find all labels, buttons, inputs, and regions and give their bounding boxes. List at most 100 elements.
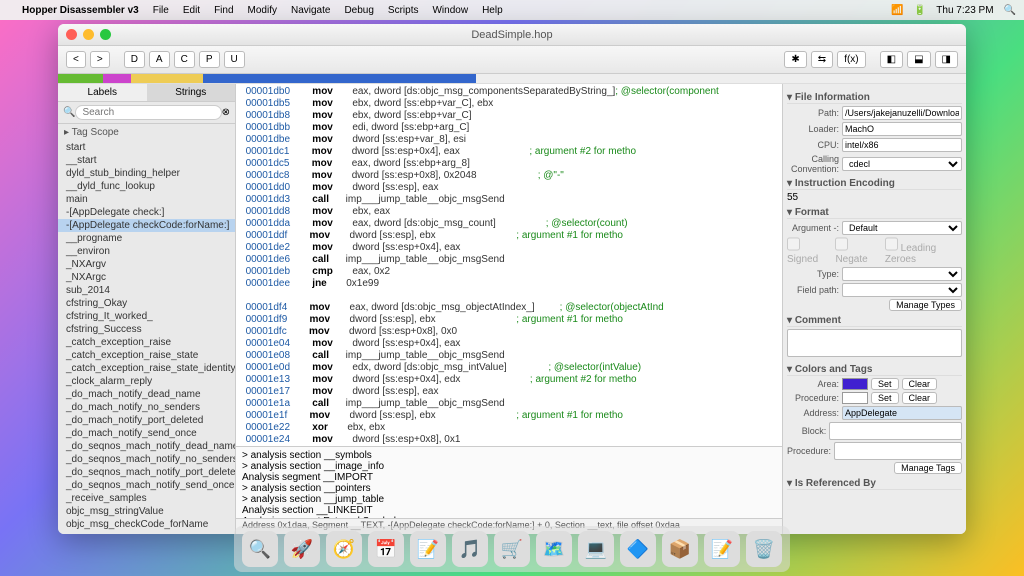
clock[interactable]: Thu 7:23 PM xyxy=(936,5,993,16)
proc-clear-button[interactable]: Clear xyxy=(902,392,938,404)
asm-line[interactable]: 00001dc5 mov eax, dword [ss:ebp+arg_8] xyxy=(236,158,782,170)
symbol-item[interactable]: _do_seqnos_mach_notify_send_once xyxy=(58,479,235,492)
asm-line[interactable]: 00001dd0 mov dword [ss:esp], eax xyxy=(236,182,782,194)
symbol-item[interactable]: main xyxy=(58,193,235,206)
proc-set-button[interactable]: Set xyxy=(871,392,899,404)
menu-edit[interactable]: Edit xyxy=(183,5,200,16)
asm-line[interactable]: 00001e22 xor ebx, ebx xyxy=(236,422,782,434)
asm-line[interactable]: 00001db8 mov ebx, dword [ss:ebp+var_C] xyxy=(236,110,782,122)
asm-line[interactable]: 00001de2 mov dword [ss:esp+0x4], eax xyxy=(236,242,782,254)
asm-line[interactable]: 00001dd8 mov ebx, eax xyxy=(236,206,782,218)
asm-line[interactable]: 00001dfc mov dword [ss:esp+0x8], 0x0 xyxy=(236,326,782,338)
symbol-item[interactable]: start xyxy=(58,141,235,154)
symbol-item[interactable]: _do_seqnos_mach_notify_dead_name xyxy=(58,440,235,453)
path-field[interactable] xyxy=(842,106,962,120)
type-select[interactable] xyxy=(842,267,962,281)
symbol-item[interactable]: -[AppDelegate check:] xyxy=(58,206,235,219)
menu-scripts[interactable]: Scripts xyxy=(388,5,419,16)
dock-icon[interactable]: 📦 xyxy=(662,531,698,567)
clear-icon[interactable]: ⊗ xyxy=(222,107,230,118)
asm-line[interactable]: 00001e24 mov dword [ss:esp+0x8], 0x1 xyxy=(236,434,782,446)
dock-icon[interactable]: 🔷 xyxy=(620,531,656,567)
asm-line[interactable]: 00001df4 mov eax, dword [ds:objc_msg_obj… xyxy=(236,302,782,314)
asm-line[interactable]: 00001e17 mov dword [ss:esp], eax xyxy=(236,386,782,398)
proc-tag-field[interactable] xyxy=(834,442,962,460)
area-color[interactable] xyxy=(842,378,868,390)
dock-icon[interactable]: 🗑️ xyxy=(746,531,782,567)
nav-fwd-button[interactable]: > xyxy=(90,51,110,68)
symbol-item[interactable]: _do_mach_notify_send_once xyxy=(58,427,235,440)
symbol-item[interactable]: _catch_exception_raise xyxy=(58,336,235,349)
asm-line[interactable]: 00001e04 mov dword [ss:esp+0x4], eax xyxy=(236,338,782,350)
mode-u-button[interactable]: U xyxy=(224,51,245,68)
menu-file[interactable]: File xyxy=(153,5,169,16)
dock-icon[interactable]: 🧭 xyxy=(326,531,362,567)
panel-right-button[interactable]: ◨ xyxy=(935,51,958,68)
cpu-field[interactable] xyxy=(842,138,962,152)
symbol-item[interactable]: cfstring_Okay xyxy=(58,297,235,310)
mode-c-button[interactable]: C xyxy=(174,51,195,68)
asm-line[interactable]: 00001dc8 mov dword [ss:esp+0x8], 0x2048 … xyxy=(236,170,782,182)
app-name[interactable]: Hopper Disassembler v3 xyxy=(22,5,139,16)
asm-line[interactable]: 00001db0 mov eax, dword [ds:objc_msg_com… xyxy=(236,86,782,98)
tab-labels[interactable]: Labels xyxy=(58,84,147,101)
asm-line[interactable]: 00001e08 call imp___jump_table__objc_msg… xyxy=(236,350,782,362)
asm-line[interactable] xyxy=(236,290,782,302)
symbol-item[interactable]: _do_mach_notify_no_senders xyxy=(58,401,235,414)
menu-navigate[interactable]: Navigate xyxy=(291,5,330,16)
symbol-item[interactable]: _catch_exception_raise_state_identity xyxy=(58,362,235,375)
symbol-item[interactable]: __environ xyxy=(58,245,235,258)
asm-line[interactable]: 00001e1a call imp___jump_table__objc_msg… xyxy=(236,398,782,410)
symbol-item[interactable]: __start xyxy=(58,154,235,167)
dock-icon[interactable]: 🗺️ xyxy=(536,531,572,567)
mode-d-button[interactable]: D xyxy=(124,51,145,68)
dock-icon[interactable]: 🎵 xyxy=(452,531,488,567)
symbol-item[interactable]: sub_2014 xyxy=(58,284,235,297)
asm-line[interactable]: 00001df9 mov dword [ss:esp], ebx ; argum… xyxy=(236,314,782,326)
spotlight-icon[interactable]: 🔍 xyxy=(1004,5,1016,16)
symbol-item[interactable]: objc_msg_checkCode_forName xyxy=(58,518,235,531)
mode-a-button[interactable]: A xyxy=(149,51,170,68)
symbol-item[interactable]: __dyld_func_lookup xyxy=(58,180,235,193)
symbol-item[interactable]: __progname xyxy=(58,232,235,245)
manage-tags-button[interactable]: Manage Tags xyxy=(894,462,962,474)
asm-line[interactable]: 00001e0d mov edx, dword [ds:objc_msg_int… xyxy=(236,362,782,374)
symbol-item[interactable]: _do_mach_notify_port_deleted xyxy=(58,414,235,427)
asm-line[interactable]: 00001dbe mov dword [ss:esp+var_8], esi xyxy=(236,134,782,146)
fieldpath-select[interactable] xyxy=(842,283,962,297)
nav-back-button[interactable]: < xyxy=(66,51,86,68)
menu-debug[interactable]: Debug xyxy=(344,5,373,16)
tab-strings[interactable]: Strings xyxy=(147,84,236,101)
asm-line[interactable]: 00001dda mov eax, dword [ds:objc_msg_cou… xyxy=(236,218,782,230)
tag-scope-disclosure[interactable]: ▸ Tag Scope xyxy=(58,124,235,141)
minimap[interactable] xyxy=(58,74,966,84)
dock-icon[interactable]: 🛒 xyxy=(494,531,530,567)
asm-line[interactable]: 00001e13 mov dword [ss:esp+0x4], edx ; a… xyxy=(236,374,782,386)
dock-icon[interactable]: 📅 xyxy=(368,531,404,567)
loader-field[interactable] xyxy=(842,122,962,136)
asm-line[interactable]: 00001de6 call imp___jump_table__objc_msg… xyxy=(236,254,782,266)
symbol-item[interactable]: _receive_samples xyxy=(58,492,235,505)
manage-types-button[interactable]: Manage Types xyxy=(889,299,962,311)
mode-p-button[interactable]: P xyxy=(199,51,220,68)
area-set-button[interactable]: Set xyxy=(871,378,899,390)
asm-line[interactable]: 00001e1f mov dword [ss:esp], ebx ; argum… xyxy=(236,410,782,422)
menu-find[interactable]: Find xyxy=(214,5,233,16)
asm-line[interactable]: 00001dd3 call imp___jump_table__objc_msg… xyxy=(236,194,782,206)
panel-bottom-button[interactable]: ⬓ xyxy=(907,51,930,68)
dock-icon[interactable]: 💻 xyxy=(578,531,614,567)
menu-help[interactable]: Help xyxy=(482,5,503,16)
dock-icon[interactable]: 📝 xyxy=(704,531,740,567)
symbol-item[interactable]: dyld_stub_binding_helper xyxy=(58,167,235,180)
asm-line[interactable]: 00001db5 mov ebx, dword [ss:ebp+var_C], … xyxy=(236,98,782,110)
asm-line[interactable]: 00001dee jne 0x1e99 xyxy=(236,278,782,290)
wifi-icon[interactable]: 📶 xyxy=(891,5,903,16)
calling-select[interactable]: cdecl xyxy=(842,157,962,171)
asm-line[interactable]: 00001dc1 mov dword [ss:esp+0x4], eax ; a… xyxy=(236,146,782,158)
area-clear-button[interactable]: Clear xyxy=(902,378,938,390)
menu-window[interactable]: Window xyxy=(432,5,468,16)
menu-modify[interactable]: Modify xyxy=(248,5,277,16)
block-field[interactable] xyxy=(829,422,962,440)
asm-line[interactable]: 00001deb cmp eax, 0x2 xyxy=(236,266,782,278)
addr-tag-field[interactable] xyxy=(842,406,962,420)
